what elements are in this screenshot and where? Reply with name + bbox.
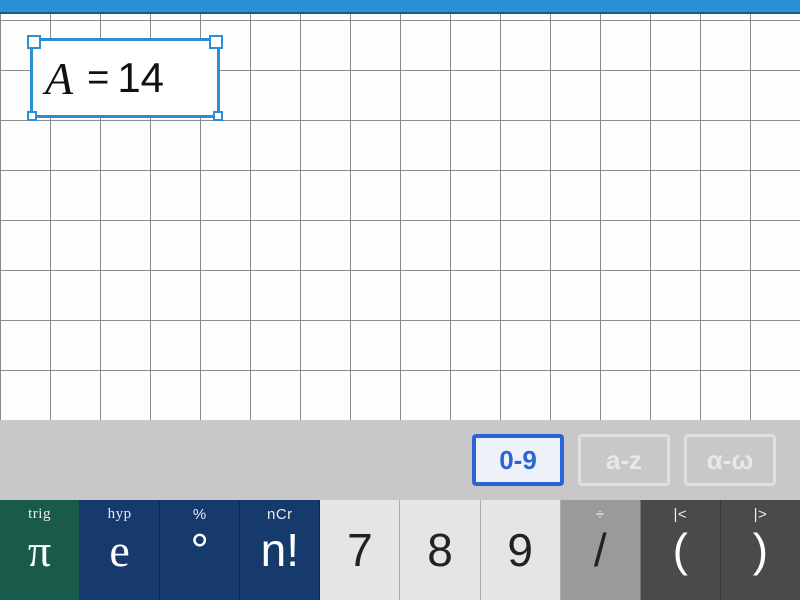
key-pi[interactable]: trig π bbox=[0, 500, 80, 600]
keypad-row: trig π hyp e % ° nCr n! 7 8 9 ÷ / |< ( |… bbox=[0, 500, 800, 600]
key-7-label: 7 bbox=[347, 523, 373, 577]
key-7[interactable]: 7 bbox=[320, 500, 400, 600]
key-8-label: 8 bbox=[427, 523, 453, 577]
key-right-paren-label: ) bbox=[753, 523, 768, 577]
key-pi-label: π bbox=[28, 524, 51, 577]
key-degree-alt: % bbox=[160, 506, 239, 523]
key-8[interactable]: 8 bbox=[400, 500, 480, 600]
key-right-paren[interactable]: |> ) bbox=[721, 500, 800, 600]
variable-value: 14 bbox=[117, 54, 164, 102]
mode-numeric-button[interactable]: 0-9 bbox=[472, 434, 564, 486]
mode-greek-button[interactable]: α-ω bbox=[684, 434, 776, 486]
key-divide-label: / bbox=[594, 523, 607, 577]
variable-name: A bbox=[45, 52, 73, 105]
mode-latin-button[interactable]: a-z bbox=[578, 434, 670, 486]
key-factorial-alt: nCr bbox=[240, 506, 319, 523]
key-left-paren[interactable]: |< ( bbox=[641, 500, 721, 600]
key-degree[interactable]: % ° bbox=[160, 500, 240, 600]
key-divide[interactable]: ÷ / bbox=[561, 500, 641, 600]
key-e[interactable]: hyp e bbox=[80, 500, 160, 600]
key-left-paren-label: ( bbox=[673, 523, 688, 577]
key-factorial-label: n! bbox=[261, 523, 299, 577]
keyboard-mode-strip: 0-9 a-z α-ω bbox=[0, 420, 800, 500]
key-degree-label: ° bbox=[191, 523, 209, 577]
key-9-label: 9 bbox=[507, 523, 533, 577]
key-pi-alt: trig bbox=[0, 506, 79, 523]
key-e-label: e bbox=[109, 524, 129, 577]
key-9[interactable]: 9 bbox=[481, 500, 561, 600]
key-factorial[interactable]: nCr n! bbox=[240, 500, 320, 600]
key-left-paren-alt: |< bbox=[641, 506, 720, 523]
graph-canvas[interactable]: A = 14 bbox=[0, 0, 800, 420]
expression-box[interactable]: A = 14 bbox=[30, 38, 220, 118]
equals-sign: = bbox=[87, 57, 109, 100]
toolbar-strip bbox=[0, 0, 800, 14]
key-e-alt: hyp bbox=[80, 506, 159, 523]
key-right-paren-alt: |> bbox=[721, 506, 800, 523]
key-divide-alt: ÷ bbox=[561, 506, 640, 523]
